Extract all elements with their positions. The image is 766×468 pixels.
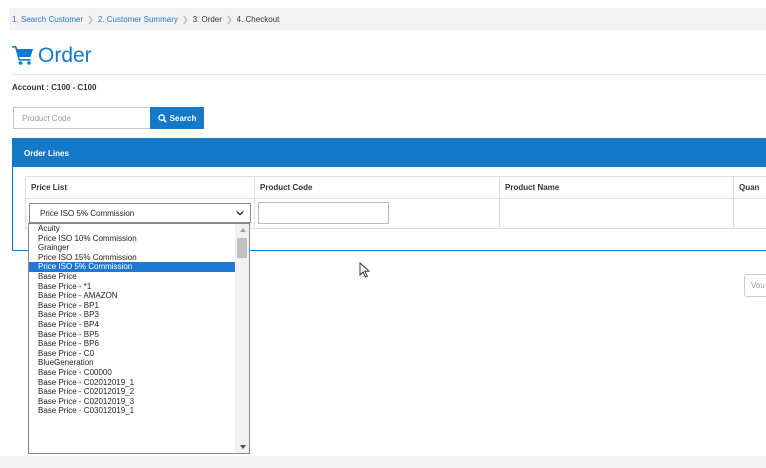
breadcrumb-search-customer[interactable]: 1. Search Customer	[12, 15, 83, 24]
price-list-option[interactable]: Base Price - BP3	[29, 310, 235, 320]
price-list-options: Acuity Price ISO 10% Commission Grainger Pr…	[29, 224, 235, 416]
breadcrumb-order: 3. Order	[192, 14, 222, 24]
product-code-search-input[interactable]	[13, 107, 150, 129]
order-lines-table-header: Price List Product Code Product Name Qua…	[25, 176, 766, 199]
account-label: Account : C100 - C100	[12, 83, 97, 92]
price-list-option[interactable]: Base Price	[29, 272, 235, 282]
scroll-down-arrow-icon[interactable]	[240, 445, 246, 449]
price-list-option[interactable]: Base Price - AMAZON	[29, 291, 235, 301]
column-product-name: Product Name	[499, 177, 733, 198]
price-list-option[interactable]: Base Price - C02012019_1	[29, 378, 235, 388]
voucher-button[interactable]: Vou	[744, 274, 766, 297]
price-list-option[interactable]: Base Price - BP4	[29, 320, 235, 330]
price-list-option[interactable]: Base Price - BP6	[29, 339, 235, 349]
mouse-cursor-icon	[359, 262, 371, 278]
product-name-cell	[499, 199, 733, 228]
scroll-up-arrow-icon[interactable]	[240, 228, 246, 232]
dropdown-scrollbar[interactable]	[235, 224, 249, 453]
column-quantity: Quan	[733, 177, 766, 198]
price-list-selected-value: Price ISO 5% Commission	[40, 208, 135, 218]
shopping-cart-icon	[12, 45, 34, 67]
price-list-option[interactable]: Base Price - C02012019_3	[29, 397, 235, 407]
breadcrumb-separator-icon: ❯	[87, 14, 94, 24]
breadcrumb-separator-icon: ❯	[225, 14, 233, 24]
price-list-option[interactable]: Acuity	[29, 224, 235, 234]
price-list-option[interactable]: Base Price - C03012019_1	[29, 406, 235, 416]
product-code-field[interactable]	[258, 202, 389, 224]
price-list-option[interactable]: Base Price - C02012019_2	[29, 387, 235, 397]
breadcrumb-customer-summary[interactable]: 2. Customer Summary	[98, 15, 178, 24]
price-list-option[interactable]: Price ISO 10% Commission	[29, 234, 235, 244]
breadcrumb-checkout: 4. Checkout	[236, 14, 280, 24]
price-list-dropdown[interactable]: Acuity Price ISO 10% Commission Grainger Pr…	[28, 223, 250, 454]
price-list-option[interactable]: Price ISO 5% Commission	[29, 262, 235, 272]
price-list-option[interactable]: BlueGeneration	[29, 358, 235, 368]
order-lines-header: Order Lines	[13, 139, 766, 167]
search-button-label: Search	[169, 113, 197, 123]
breadcrumb: 1. Search Customer ❯ 2. Customer Summary…	[9, 8, 766, 30]
search-icon	[157, 113, 167, 123]
price-list-option[interactable]: Base Price - C0	[29, 349, 235, 359]
column-product-code: Product Code	[254, 177, 499, 198]
price-list-option[interactable]: Base Price - C00000	[29, 368, 235, 378]
price-list-option[interactable]: Base Price - *1	[29, 282, 235, 292]
page-title: Order	[38, 44, 92, 67]
footer-bar	[0, 456, 766, 468]
price-list-select[interactable]: Price ISO 5% Commission	[29, 203, 251, 223]
price-list-option[interactable]: Base Price - BP5	[29, 330, 235, 340]
price-list-option[interactable]: Price ISO 15% Commission	[29, 253, 235, 263]
voucher-button-label: Vou	[751, 281, 765, 290]
chevron-down-icon	[236, 210, 244, 216]
breadcrumb-separator-icon: ❯	[181, 14, 189, 24]
price-list-option[interactable]: Base Price - BP1	[29, 301, 235, 311]
column-price-list: Price List	[25, 177, 254, 198]
page-header: Order	[12, 44, 92, 68]
quantity-cell	[733, 199, 766, 228]
divider	[12, 74, 766, 75]
scrollbar-thumb[interactable]	[237, 238, 247, 258]
price-list-option[interactable]: Grainger	[29, 243, 235, 253]
search-button[interactable]: Search	[150, 107, 204, 129]
product-code-cell	[254, 199, 499, 228]
